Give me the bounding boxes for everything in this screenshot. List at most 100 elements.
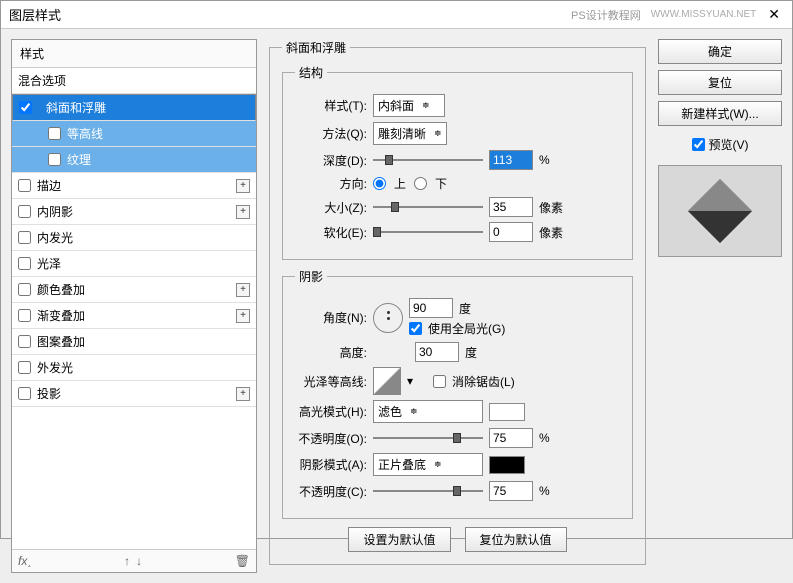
soften-label: 软化(E): [295,224,367,241]
size-label: 大小(Z): [295,199,367,216]
settings-panel: 斜面和浮雕 结构 样式(T):内斜面≑ 方法(Q):雕刻清晰≑ 深度(D):% … [265,39,650,573]
style-list: 样式 混合选项 斜面和浮雕 等高线 纹理 描边+ 内阴影+ 内发光 光泽 颜色叠… [11,39,257,573]
bevel-preview-icon [688,179,752,243]
soften-slider[interactable] [373,225,483,239]
angle-label: 角度(N): [295,309,367,326]
inner-shadow-checkbox[interactable] [18,205,31,218]
row-inner-glow[interactable]: 内发光 [12,225,256,251]
style-label: 样式(T): [295,97,367,114]
chevron-down-icon: ≑ [410,406,418,417]
brand-url: WWW.MISSYUAN.NET [651,9,757,20]
chevron-down-icon: ≑ [434,459,442,470]
row-color-overlay[interactable]: 颜色叠加+ [12,277,256,303]
altitude-input[interactable] [415,342,459,362]
row-contour[interactable]: 等高线 [12,121,256,147]
cancel-button[interactable]: 复位 [658,70,782,95]
row-texture[interactable]: 纹理 [12,147,256,173]
highlight-color-swatch[interactable] [489,403,525,421]
chevron-down-icon: ≑ [434,128,442,139]
shadow-opacity-slider[interactable] [373,484,483,498]
plus-icon[interactable]: + [236,387,250,401]
right-panel: 确定 复位 新建样式(W)... 预览(V) [658,39,782,573]
plus-icon[interactable]: + [236,179,250,193]
preview-checkbox[interactable] [692,138,705,151]
method-select[interactable]: 雕刻清晰≑ [373,122,447,145]
direction-label: 方向: [295,175,367,192]
titlebar: 图层样式 PS设计教程网 WWW.MISSYUAN.NET ✕ [1,1,792,29]
depth-label: 深度(D): [295,152,367,169]
shadow-mode-select[interactable]: 正片叠底≑ [373,453,483,476]
row-bevel-emboss[interactable]: 斜面和浮雕 [12,94,256,121]
window-title: 图层样式 [9,5,571,24]
shading-fieldset: 阴影 角度(N): 度 使用全局光(G) 高度:度 光泽等高线:▾消除锯齿(L)… [282,268,633,519]
ok-button[interactable]: 确定 [658,39,782,64]
up-arrow-icon[interactable]: ↑ [124,554,130,568]
depth-slider[interactable] [373,153,483,167]
angle-input[interactable] [409,298,453,318]
row-satin[interactable]: 光泽 [12,251,256,277]
style-list-header: 样式 [12,40,256,68]
plus-icon[interactable]: + [236,309,250,323]
direction-up-radio[interactable] [373,177,386,190]
angle-control[interactable] [373,303,403,333]
close-icon[interactable]: ✕ [764,6,784,23]
style-list-panel: 样式 混合选项 斜面和浮雕 等高线 纹理 描边+ 内阴影+ 内发光 光泽 颜色叠… [11,39,257,573]
row-blend-options[interactable]: 混合选项 [12,68,256,94]
style-footer: fx˰ ↑ ↓ 🗑 [12,549,256,572]
shadow-color-swatch[interactable] [489,456,525,474]
brand-text: PS设计教程网 [571,7,641,23]
reset-default-button[interactable]: 复位为默认值 [465,527,567,552]
bevel-checkbox[interactable] [19,101,32,114]
row-drop-shadow[interactable]: 投影+ [12,381,256,407]
method-label: 方法(Q): [295,125,367,142]
chevron-down-icon: ≑ [422,100,430,111]
gradient-overlay-checkbox[interactable] [18,309,31,322]
bevel-legend: 斜面和浮雕 [282,39,350,56]
plus-icon[interactable]: + [236,205,250,219]
soften-input[interactable] [489,222,533,242]
color-overlay-checkbox[interactable] [18,283,31,296]
altitude-label: 高度: [295,344,367,361]
contour-checkbox[interactable] [48,127,61,140]
shading-legend: 阴影 [295,268,327,285]
pattern-overlay-checkbox[interactable] [18,335,31,348]
layer-style-dialog: 图层样式 PS设计教程网 WWW.MISSYUAN.NET ✕ 样式 混合选项 … [0,0,793,539]
set-default-button[interactable]: 设置为默认值 [348,527,450,552]
texture-checkbox[interactable] [48,153,61,166]
highlight-opacity-input[interactable] [489,428,533,448]
inner-glow-checkbox[interactable] [18,231,31,244]
size-input[interactable] [489,197,533,217]
row-pattern-overlay[interactable]: 图案叠加 [12,329,256,355]
down-arrow-icon[interactable]: ↓ [136,554,142,568]
highlight-mode-select[interactable]: 滤色≑ [373,400,483,423]
row-inner-shadow[interactable]: 内阴影+ [12,199,256,225]
drop-shadow-checkbox[interactable] [18,387,31,400]
row-gradient-overlay[interactable]: 渐变叠加+ [12,303,256,329]
row-outer-glow[interactable]: 外发光 [12,355,256,381]
stroke-checkbox[interactable] [18,179,31,192]
depth-input[interactable] [489,150,533,170]
satin-checkbox[interactable] [18,257,31,270]
content-area: 样式 混合选项 斜面和浮雕 等高线 纹理 描边+ 内阴影+ 内发光 光泽 颜色叠… [1,29,792,583]
direction-down-radio[interactable] [414,177,427,190]
gloss-contour-label: 光泽等高线: [295,373,367,390]
new-style-button[interactable]: 新建样式(W)... [658,101,782,126]
style-select[interactable]: 内斜面≑ [373,94,445,117]
antialias-checkbox[interactable] [433,375,446,388]
list-filler [12,407,256,549]
structure-fieldset: 结构 样式(T):内斜面≑ 方法(Q):雕刻清晰≑ 深度(D):% 方向:上下 … [282,64,633,260]
plus-icon[interactable]: + [236,283,250,297]
fx-menu-icon[interactable]: fx˰ [18,554,31,568]
shadow-opacity-label: 不透明度(C): [295,483,367,500]
size-slider[interactable] [373,200,483,214]
highlight-mode-label: 高光模式(H): [295,403,367,420]
chevron-down-icon[interactable]: ▾ [407,374,413,388]
highlight-opacity-slider[interactable] [373,431,483,445]
outer-glow-checkbox[interactable] [18,361,31,374]
row-stroke[interactable]: 描边+ [12,173,256,199]
highlight-opacity-label: 不透明度(O): [295,430,367,447]
gloss-contour-picker[interactable] [373,367,401,395]
global-light-checkbox[interactable] [409,322,422,335]
shadow-opacity-input[interactable] [489,481,533,501]
trash-icon[interactable]: 🗑 [235,554,250,568]
